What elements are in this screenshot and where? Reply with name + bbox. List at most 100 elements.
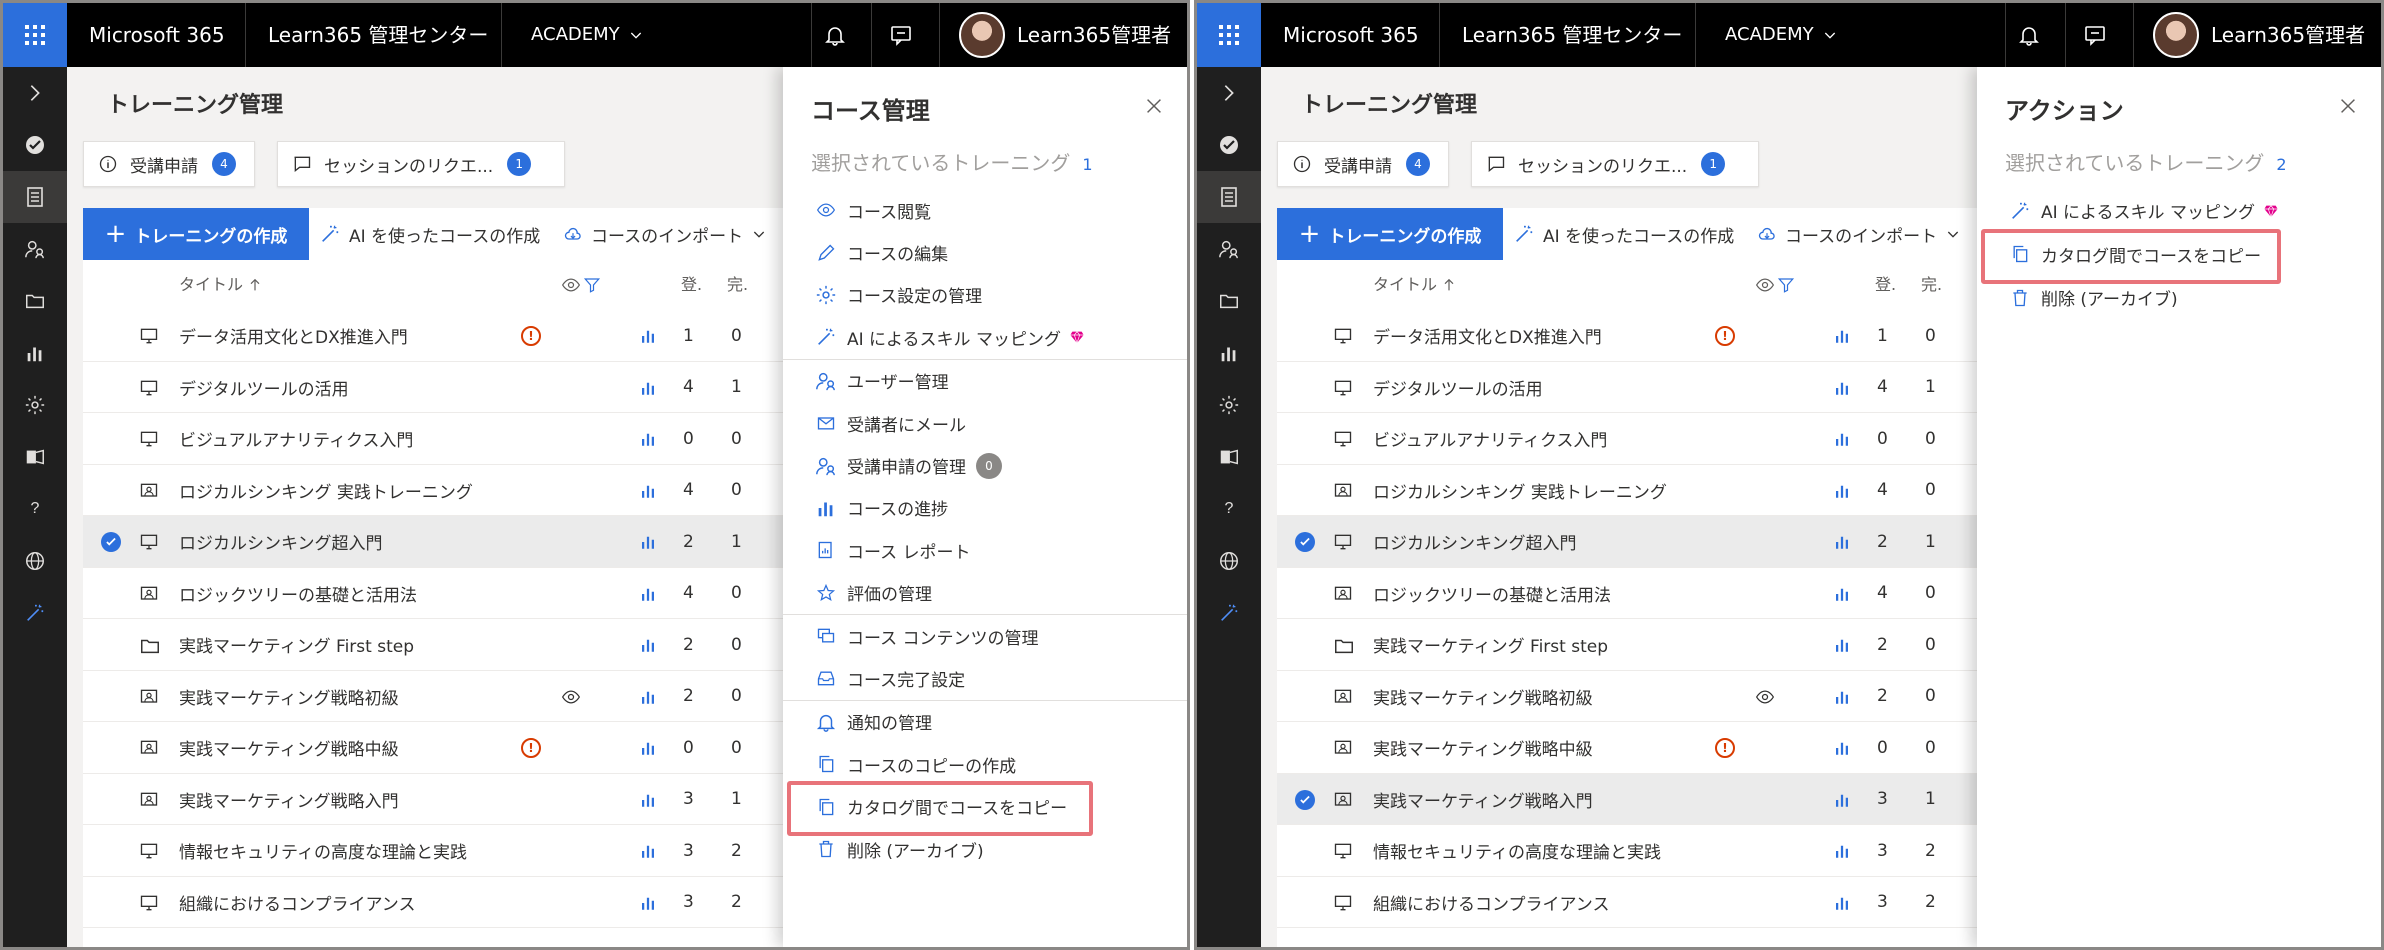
rail-item-expand[interactable] [3,67,67,119]
rail-item-help[interactable]: ? [1197,483,1261,535]
training-title[interactable]: ロジカルシンキング 実践トレーニング [1373,465,1667,516]
bar-icon[interactable] [1833,482,1851,500]
bar-icon[interactable] [1833,430,1851,448]
column-enrolled[interactable]: 登. [681,260,702,310]
feedback-icon[interactable] [889,23,913,47]
rail-item-document[interactable] [3,171,67,223]
close-icon[interactable] [1143,95,1165,117]
training-title[interactable]: 実践マーケティング戦略中級 [179,722,399,773]
training-title[interactable]: データ活用文化とDX推進入門 [1373,310,1602,361]
training-title[interactable]: ロジカルシンキング超入門 [1373,516,1577,567]
training-title[interactable]: 情報セキュリティの高度な理論と実践 [1373,825,1661,876]
training-title[interactable]: ロジックツリーの基礎と活用法 [179,568,417,619]
bar-icon[interactable] [1833,791,1851,809]
app-name[interactable]: Microsoft 365 [1283,3,1419,67]
bar-icon[interactable] [1833,636,1851,654]
rail-item-chart[interactable] [3,327,67,379]
bar-icon[interactable] [639,430,657,448]
training-title[interactable]: 実践マーケティング戦略中級 [1373,722,1593,773]
rail-item-globe[interactable] [3,535,67,587]
rail-item-folder[interactable] [3,275,67,327]
column-title[interactable]: タイトル [1373,260,1457,310]
bell-icon[interactable] [2017,23,2041,47]
rail-item-wand[interactable] [3,587,67,639]
rail-item-globe[interactable] [1197,535,1261,587]
column-completed[interactable]: 完. [1921,260,1942,310]
bell-icon[interactable] [823,23,847,47]
menu-item-mail[interactable]: 受講者にメール [783,402,1187,444]
menu-item-people[interactable]: ユーザー管理 [783,360,1187,402]
waffle-icon[interactable] [1197,3,1261,67]
bar-icon[interactable] [1833,739,1851,757]
enrollment-requests-card[interactable]: 受講申請 4 [83,141,255,187]
column-title[interactable]: タイトル [179,260,263,310]
enrollment-requests-card[interactable]: 受講申請 4 [1277,141,1449,187]
row-selected-check-icon[interactable] [1295,789,1315,810]
close-icon[interactable] [2337,95,2359,117]
waffle-icon[interactable] [3,3,67,67]
training-title[interactable]: 実践マーケティング戦略入門 [1373,774,1593,825]
rail-item-people[interactable] [1197,223,1261,275]
menu-item-trash[interactable]: 削除 (アーカイブ) [1977,276,2381,320]
bar-icon[interactable] [639,482,657,500]
menu-item-copy[interactable]: カタログ間でコースをコピー [1977,228,2381,284]
bar-icon[interactable] [639,636,657,654]
row-selected-check-icon[interactable] [1295,532,1315,552]
eye-slash-icon[interactable] [561,275,581,295]
import-course-button[interactable]: コースのインポート [1757,208,1969,260]
training-title[interactable]: デジタルツールの活用 [179,362,349,413]
tenant-dropdown[interactable]: ACADEMY [531,3,644,67]
training-title[interactable]: ロジカルシンキング超入門 [179,516,383,567]
menu-item-gear[interactable]: コース設定の管理 [783,274,1187,316]
bar-icon[interactable] [1833,894,1851,912]
bar-icon[interactable] [639,327,657,345]
app-name[interactable]: Microsoft 365 [89,3,225,67]
rail-item-gear[interactable] [1197,379,1261,431]
rail-item-chart[interactable] [1197,327,1261,379]
training-title[interactable]: 実践マーケティング戦略初級 [1373,671,1593,722]
rail-item-folder[interactable] [1197,275,1261,327]
training-title[interactable]: 情報セキュリティの高度な理論と実践 [179,825,467,876]
import-course-button[interactable]: コースのインポート [563,208,775,260]
create-training-button[interactable]: + トレーニングの作成 [1277,208,1503,260]
menu-item-chart[interactable]: コースの進捗 [783,487,1187,529]
avatar[interactable] [959,12,1005,58]
training-title[interactable]: 実践マーケティング First step [179,619,414,670]
user-name[interactable]: Learn365管理者 [2211,3,2365,67]
bar-icon[interactable] [639,533,657,551]
menu-item-wand[interactable]: AI によるスキル マッピング [783,316,1187,358]
filter-icon[interactable] [583,276,601,294]
menu-item-wand[interactable]: AI によるスキル マッピング [1977,189,2381,233]
bar-icon[interactable] [1833,585,1851,603]
bar-icon[interactable] [1833,688,1851,706]
rail-item-admin[interactable] [3,431,67,483]
eye-slash-icon[interactable] [1755,275,1775,295]
training-title[interactable]: ビジュアルアナリティクス入門 [179,413,413,464]
menu-item-pencil[interactable]: コースの編集 [783,231,1187,273]
bar-icon[interactable] [1833,842,1851,860]
bar-icon[interactable] [1833,533,1851,551]
feedback-icon[interactable] [2083,23,2107,47]
menu-item-trash[interactable]: 削除 (アーカイブ) [783,828,1187,870]
filter-icon[interactable] [1777,276,1795,294]
admin-center-name[interactable]: Learn365 管理センター [268,3,488,67]
training-title[interactable]: ビジュアルアナリティクス入門 [1373,413,1607,464]
tenant-dropdown[interactable]: ACADEMY [1725,3,1838,67]
training-title[interactable]: ロジックツリーの基礎と活用法 [1373,568,1611,619]
training-title[interactable]: 実践マーケティング戦略初級 [179,671,399,722]
training-title[interactable]: 組織におけるコンプライアンス [179,877,415,928]
menu-item-content[interactable]: コース コンテンツの管理 [783,615,1187,657]
session-requests-card[interactable]: セッションのリクエ... 1 [277,141,565,187]
rail-item-check[interactable] [1197,119,1261,171]
rail-item-expand[interactable] [1197,67,1261,119]
menu-item-bell[interactable]: 通知の管理 [783,701,1187,743]
menu-item-people[interactable]: 受講申請の管理 0 [783,444,1187,486]
rail-item-admin[interactable] [1197,431,1261,483]
column-completed[interactable]: 完. [727,260,748,310]
rail-item-people[interactable] [3,223,67,275]
menu-item-eye[interactable]: コース閲覧 [783,189,1187,231]
bar-icon[interactable] [639,739,657,757]
session-requests-card[interactable]: セッションのリクエ... 1 [1471,141,1759,187]
menu-item-report[interactable]: コース レポート [783,529,1187,571]
training-title[interactable]: ロジカルシンキング 実践トレーニング [179,465,473,516]
